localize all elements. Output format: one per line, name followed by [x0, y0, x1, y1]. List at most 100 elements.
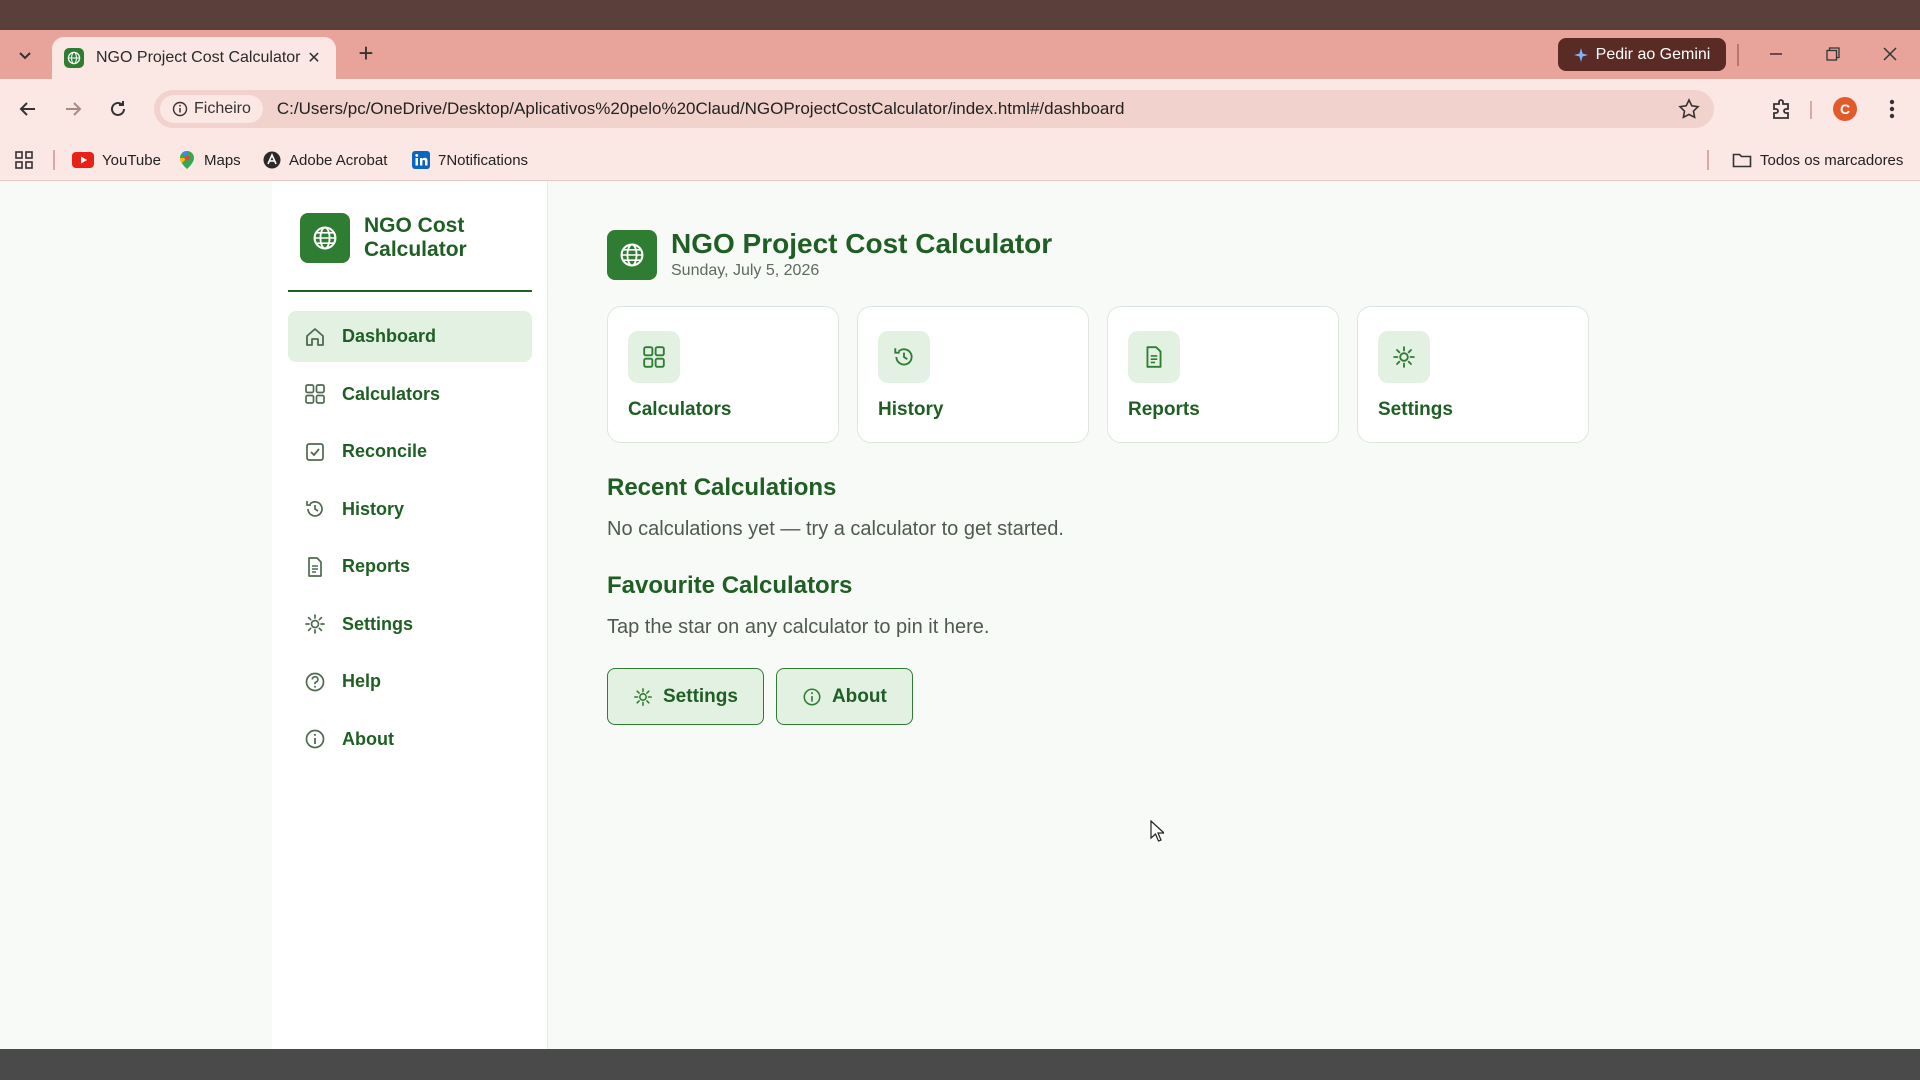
- taskbar-strip: [0, 1049, 1920, 1080]
- main-content: NGO Project Cost Calculator Sunday, July…: [607, 181, 1920, 1049]
- globe-icon: [300, 213, 350, 263]
- settings-button[interactable]: Settings: [607, 668, 764, 725]
- history-icon: [878, 331, 930, 383]
- tab-separator: [1737, 44, 1739, 66]
- reload-icon: [111, 101, 125, 116]
- close-icon[interactable]: ✕: [304, 48, 324, 68]
- minimize-icon: [1770, 53, 1782, 55]
- page-viewport: NGO Cost Calculator Dashboard Calculator…: [0, 181, 1920, 1049]
- card-history[interactable]: History: [857, 306, 1089, 443]
- bookmark-label: 7Notifications: [438, 151, 529, 169]
- action-buttons: Settings About: [607, 668, 913, 725]
- window-top-strip: [0, 0, 1920, 30]
- sidebar-item-calculators[interactable]: Calculators: [288, 369, 532, 420]
- linkedin-icon: [412, 151, 430, 169]
- help-icon: [304, 671, 326, 693]
- close-icon: [1883, 47, 1897, 61]
- bookmark-acrobat[interactable]: Adobe Acrobat: [263, 139, 387, 181]
- quick-cards: Calculators History Reports Settings: [607, 306, 1589, 443]
- gear-icon: [634, 687, 652, 706]
- home-icon: [304, 326, 326, 348]
- sidebar-item-about[interactable]: About: [288, 714, 532, 765]
- favourite-calculators-title: Favourite Calculators: [607, 572, 853, 599]
- about-button[interactable]: About: [775, 668, 913, 725]
- card-label: Calculators: [628, 399, 732, 420]
- sidebar-item-settings[interactable]: Settings: [288, 599, 532, 650]
- reload-button[interactable]: [104, 95, 132, 123]
- tab-title: NGO Project Cost Calculator: [96, 49, 301, 66]
- document-icon: [304, 556, 326, 578]
- sidebar-brand[interactable]: NGO Cost Calculator: [300, 213, 484, 263]
- card-label: Reports: [1128, 399, 1200, 420]
- apps-grid-icon: [15, 151, 33, 169]
- browser-tab[interactable]: NGO Project Cost Calculator ✕: [52, 37, 336, 79]
- tab-bar: NGO Project Cost Calculator ✕ + Pedir ao…: [0, 30, 1920, 79]
- more-vertical-icon[interactable]: [1882, 95, 1902, 123]
- toolbar-separator: [1810, 101, 1812, 119]
- sidebar-item-help[interactable]: Help: [288, 656, 532, 707]
- plus-icon: +: [358, 38, 374, 68]
- browser-toolbar: Ficheiro C:/Users/pc/OneDrive/Desktop/Ap…: [0, 79, 1920, 139]
- site-info-chip[interactable]: Ficheiro: [160, 95, 263, 123]
- sidebar-item-dashboard[interactable]: Dashboard: [288, 311, 532, 362]
- document-icon: [1128, 331, 1180, 383]
- bookmarks-bar: YouTube Maps Adobe Acrobat 7Notification…: [0, 139, 1920, 181]
- sidebar-item-reconcile[interactable]: Reconcile: [288, 426, 532, 477]
- gemini-button[interactable]: Pedir ao Gemini: [1558, 38, 1726, 71]
- all-bookmarks-button[interactable]: Todos os marcadores: [1732, 139, 1903, 181]
- globe-icon: [607, 229, 657, 280]
- sidebar-item-label: Reconcile: [342, 441, 428, 461]
- sidebar-item-reports[interactable]: Reports: [288, 541, 532, 592]
- sidebar-item-label: Dashboard: [342, 326, 437, 346]
- all-bookmarks-label: Todos os marcadores: [1760, 151, 1904, 169]
- folder-icon: [1732, 153, 1752, 168]
- sidebar: NGO Cost Calculator Dashboard Calculator…: [272, 181, 548, 1049]
- sidebar-item-label: Help: [342, 671, 382, 691]
- mouse-cursor-icon: [1150, 820, 1164, 842]
- sidebar-item-label: Reports: [342, 556, 411, 576]
- bookmark-separator: [53, 150, 55, 170]
- profile-avatar[interactable]: C: [1833, 97, 1857, 121]
- history-icon: [304, 498, 326, 520]
- sidebar-nav: Dashboard Calculators Reconcile History …: [288, 311, 532, 771]
- restore-button[interactable]: [1815, 40, 1851, 68]
- button-label: Settings: [663, 685, 738, 707]
- apps-button[interactable]: [14, 139, 34, 181]
- back-button[interactable]: [14, 95, 42, 123]
- favourite-calculators-empty: Tap the star on any calculator to pin it…: [607, 616, 990, 638]
- card-reports[interactable]: Reports: [1107, 306, 1339, 443]
- bookmark-maps[interactable]: Maps: [178, 139, 241, 181]
- info-icon: [304, 728, 326, 750]
- bookmark-label: Maps: [204, 151, 241, 169]
- button-label: About: [831, 685, 887, 707]
- star-icon[interactable]: [1678, 98, 1700, 120]
- bookmark-label: Adobe Acrobat: [289, 151, 388, 169]
- grid-icon: [304, 383, 326, 405]
- minimize-button[interactable]: [1758, 40, 1794, 68]
- page-date: Sunday, July 5, 2026: [671, 262, 820, 279]
- url-text: C:/Users/pc/OneDrive/Desktop/Aplicativos…: [276, 99, 1125, 118]
- sparkle-icon: [1573, 47, 1588, 62]
- bookmark-youtube[interactable]: YouTube: [72, 139, 161, 181]
- card-settings[interactable]: Settings: [1357, 306, 1589, 443]
- new-tab-button[interactable]: +: [352, 40, 380, 68]
- bookmark-label: YouTube: [102, 151, 161, 169]
- sidebar-item-label: About: [342, 728, 394, 749]
- info-icon: [172, 101, 188, 117]
- page-header: NGO Project Cost Calculator Sunday, July…: [607, 229, 1052, 280]
- tab-search-button[interactable]: [12, 42, 38, 68]
- globe-icon: [64, 48, 84, 68]
- puzzle-icon[interactable]: [1768, 95, 1796, 123]
- site-chip-label: Ficheiro: [194, 100, 251, 117]
- sidebar-item-history[interactable]: History: [288, 484, 532, 535]
- close-window-button[interactable]: [1872, 40, 1908, 68]
- gemini-label: Pedir ao Gemini: [1595, 45, 1711, 63]
- bookmark-notifications[interactable]: 7Notifications: [412, 139, 528, 181]
- card-label: History: [878, 399, 944, 420]
- address-bar[interactable]: Ficheiro C:/Users/pc/OneDrive/Desktop/Ap…: [154, 90, 1714, 128]
- forward-button[interactable]: [59, 95, 87, 123]
- chevron-down-icon: [19, 52, 31, 60]
- card-calculators[interactable]: Calculators: [607, 306, 839, 443]
- bookmark-separator: [1707, 150, 1709, 170]
- card-label: Settings: [1378, 399, 1453, 420]
